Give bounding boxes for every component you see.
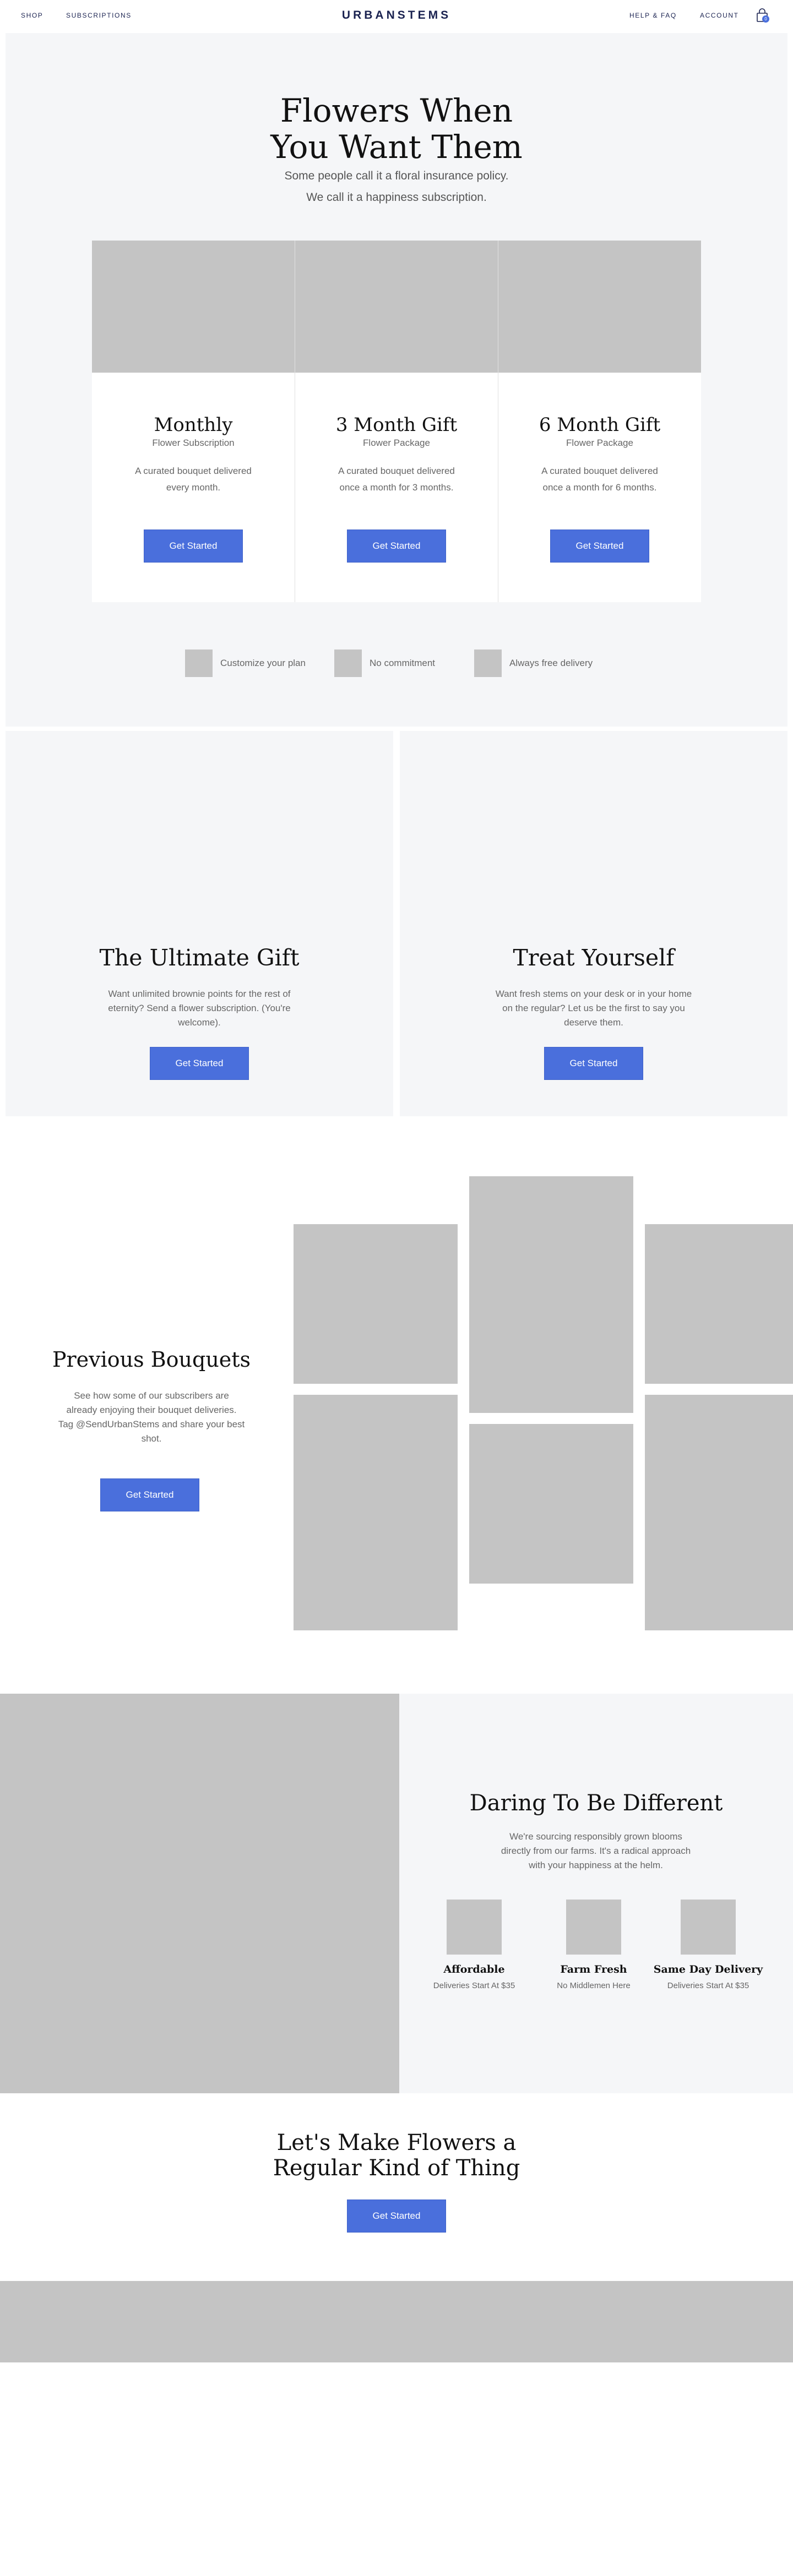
nav-shop-link[interactable]: SHOP — [21, 12, 43, 19]
cta-title: Let's Make Flowers a Regular Kind of Thi… — [0, 2130, 793, 2181]
feature-icon — [681, 1900, 736, 1955]
plan-image — [295, 241, 498, 373]
feature-icon — [474, 650, 502, 677]
feature-title: Same Day Delivery — [653, 1963, 763, 1975]
get-started-button[interactable]: Get Started — [550, 530, 649, 563]
get-started-button[interactable]: Get Started — [144, 530, 243, 563]
get-started-button[interactable]: Get Started — [544, 1047, 643, 1080]
nav-help-link[interactable]: HELP & FAQ — [629, 12, 677, 19]
daring-section: Daring To Be Different We're sourcing re… — [399, 1694, 793, 2093]
feature-subtitle: No Middlemen Here — [557, 1981, 631, 1990]
gallery-image — [294, 1395, 458, 1630]
plan-description: A curated bouquet delivered every month. — [135, 466, 252, 493]
promo-text: Want fresh stems on your desk or in your… — [495, 989, 692, 1028]
get-started-button[interactable]: Get Started — [347, 530, 446, 563]
promo-ultimate-gift: The Ultimate Gift Want unlimited brownie… — [6, 731, 393, 1116]
previous-bouquets-title: Previous Bouquets — [52, 1347, 251, 1372]
feature-icon — [566, 1900, 621, 1955]
gallery-image — [469, 1176, 633, 1413]
footer-banner-image — [0, 2281, 793, 2362]
get-started-button[interactable]: Get Started — [100, 1478, 199, 1511]
plan-kind: Flower Package — [363, 438, 430, 448]
plan-title: 3 Month Gift — [335, 414, 458, 436]
daring-image — [0, 1694, 399, 2093]
plan-kind: Flower Package — [566, 438, 633, 448]
plan-image — [92, 241, 295, 373]
hero-title-line1: Flowers When — [280, 92, 513, 129]
get-started-button[interactable]: Get Started — [347, 2200, 446, 2233]
hero-section: Flowers When You Want Them Some people c… — [6, 33, 787, 727]
plan-title: 6 Month Gift — [539, 414, 661, 436]
daring-text: We're sourcing responsibly grown blooms … — [501, 1831, 691, 1870]
nav-subscriptions-link[interactable]: SUBSCRIPTIONS — [66, 12, 132, 19]
plan-description: A curated bouquet delivered once a month… — [541, 466, 658, 493]
plan-image — [498, 241, 701, 373]
plan-card-6-month: 6 Month Gift Flower Package A curated bo… — [498, 241, 701, 602]
feature-label: Customize your plan — [220, 658, 306, 668]
previous-bouquets-text: See how some of our subscribers are alre… — [58, 1390, 245, 1444]
cart-button[interactable]: 0 — [756, 8, 769, 23]
plan-cards: Monthly Flower Subscription A curated bo… — [92, 241, 701, 602]
gallery-image — [294, 1224, 458, 1384]
cta-title-line1: Let's Make Flowers a — [276, 2130, 517, 2155]
get-started-button[interactable]: Get Started — [150, 1047, 249, 1080]
plan-card-monthly: Monthly Flower Subscription A curated bo… — [92, 241, 295, 602]
promo-title: Treat Yourself — [513, 945, 675, 971]
feature-subtitle: Deliveries Start At $35 — [667, 1981, 749, 1990]
top-nav: SHOP SUBSCRIPTIONS URBANSTEMS HELP & FAQ… — [0, 0, 793, 32]
cta-title-line2: Regular Kind of Thing — [273, 2155, 520, 2181]
hero-title-line2: You Want Them — [270, 128, 523, 166]
gallery-image — [469, 1424, 633, 1584]
promo-text: Want unlimited brownie points for the re… — [108, 989, 291, 1028]
feature-icon — [185, 650, 213, 677]
feature-icon — [447, 1900, 502, 1955]
feature-icon — [334, 650, 362, 677]
feature-label: No commitment — [370, 658, 436, 668]
plan-kind: Flower Subscription — [152, 438, 235, 448]
nav-account-link[interactable]: ACCOUNT — [700, 12, 739, 19]
hero-subtitle-line1: Some people call it a floral insurance p… — [284, 170, 509, 182]
plan-title: Monthly — [154, 414, 233, 436]
plan-card-3-month: 3 Month Gift Flower Package A curated bo… — [295, 241, 498, 602]
feature-subtitle: Deliveries Start At $35 — [433, 1981, 515, 1990]
cart-count-badge: 0 — [762, 15, 769, 23]
gallery-image — [645, 1224, 793, 1384]
feature-title: Affordable — [443, 1963, 505, 1975]
plan-description: A curated bouquet delivered once a month… — [338, 466, 455, 493]
hero-title: Flowers When You Want Them — [6, 92, 787, 165]
promo-title: The Ultimate Gift — [99, 945, 300, 971]
promo-treat-yourself: Treat Yourself Want fresh stems on your … — [400, 731, 787, 1116]
daring-title: Daring To Be Different — [469, 1791, 723, 1816]
brand-logo-text[interactable]: URBANSTEMS — [342, 9, 451, 21]
feature-label: Always free delivery — [509, 658, 593, 668]
feature-title: Farm Fresh — [560, 1963, 627, 1975]
hero-subtitle-line2: We call it a happiness subscription. — [306, 191, 487, 204]
gallery-image — [645, 1395, 793, 1630]
